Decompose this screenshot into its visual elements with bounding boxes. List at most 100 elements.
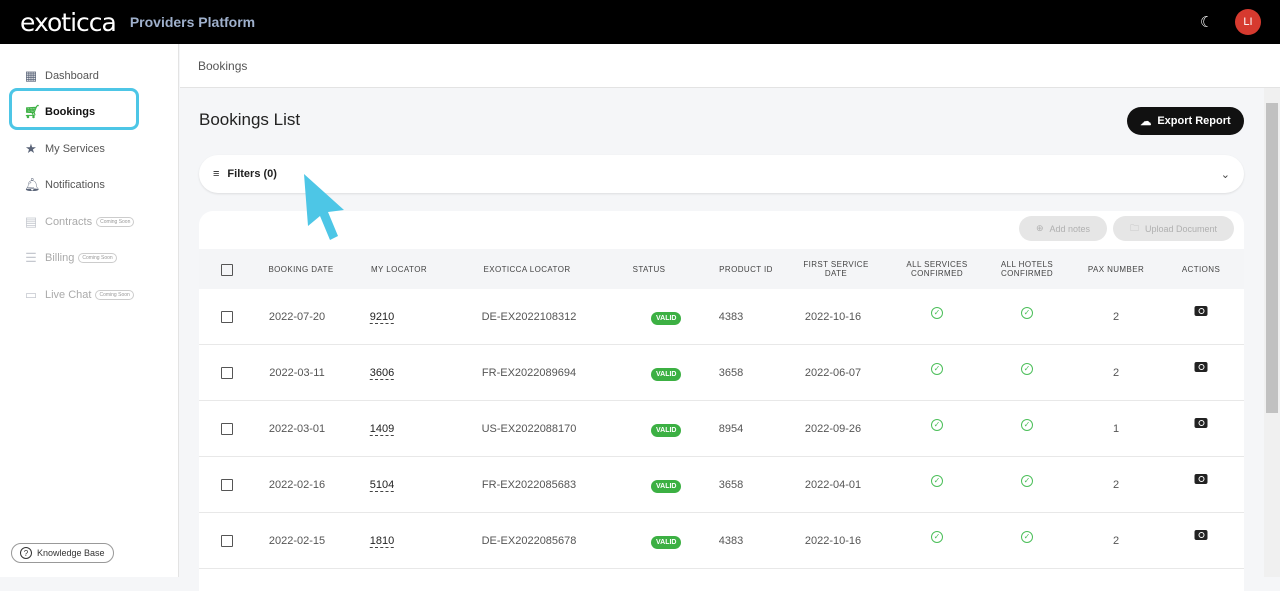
- product-id: 8954: [718, 423, 744, 435]
- exoticca-locator: FR-EX2022089694: [481, 367, 577, 379]
- booking-date: 2022-03-11: [269, 367, 325, 379]
- view-details-icon[interactable]: [1194, 530, 1208, 548]
- column-header[interactable]: FIRST SERVICE DATE: [801, 260, 871, 278]
- pax-number: 2: [1112, 479, 1120, 491]
- filters-panel[interactable]: ≡ Filters (0) ⌄: [199, 155, 1244, 193]
- logo[interactable]: exoticca: [20, 8, 117, 37]
- my-locator[interactable]: 5104: [369, 479, 395, 492]
- first-service-date: 2022-10-16: [804, 311, 862, 323]
- booking-date: 2022-03-01: [268, 423, 326, 435]
- avatar[interactable]: LI: [1235, 9, 1261, 35]
- check-circle-icon: ✓: [1021, 306, 1033, 324]
- label: Live Chat: [45, 289, 92, 301]
- table-row[interactable]: 2022-02-15 1810 DE-EX2022085678 VALID 43…: [199, 513, 1244, 569]
- chevron-down-icon[interactable]: ⌄: [1221, 168, 1230, 181]
- column-header[interactable]: EXOTICCA LOCATOR: [483, 265, 570, 274]
- my-locator[interactable]: 9210: [369, 311, 395, 324]
- table-row[interactable]: 2022-03-11 3606 FR-EX2022089694 VALID 36…: [199, 345, 1244, 401]
- cloud-download-icon: ☁: [1140, 115, 1152, 128]
- label: Dashboard: [45, 70, 99, 82]
- folder-icon: 🗀︎: [1129, 222, 1139, 233]
- booking-date: 2022-02-16: [268, 479, 326, 491]
- page-title: Bookings List: [199, 110, 301, 129]
- table-row[interactable]: 2022-03-01 1409 US-EX2022088170 VALID 89…: [199, 401, 1244, 457]
- document-icon: ▤: [24, 214, 38, 229]
- sidebar-item-notifications[interactable]: 🔔︎ Notifications: [24, 177, 105, 193]
- sidebar-item-contracts: ▤ Contracts Coming Soon: [24, 214, 135, 230]
- row-checkbox[interactable]: [221, 367, 233, 382]
- add-notes-button[interactable]: ⊕ Add notes: [1019, 216, 1107, 241]
- filter-icon: ≡: [213, 168, 220, 180]
- knowledge-base-button[interactable]: ? Knowledge Base: [11, 543, 114, 563]
- view-details-icon[interactable]: [1194, 418, 1208, 436]
- status-badge: VALID: [651, 312, 682, 325]
- check-circle-icon: ✓: [931, 530, 943, 548]
- upload-document-button[interactable]: 🗀︎ Upload Document: [1113, 216, 1234, 241]
- view-details-icon[interactable]: [1194, 362, 1208, 380]
- my-locator[interactable]: 3606: [369, 367, 395, 380]
- first-service-date: 2022-06-07: [804, 367, 862, 379]
- label: Notifications: [45, 179, 105, 191]
- pax-number: 1: [1112, 423, 1120, 435]
- export-report-button[interactable]: ☁ Export Report: [1127, 107, 1244, 135]
- column-header[interactable]: PRODUCT ID: [719, 265, 773, 274]
- sidebar-item-my-services[interactable]: ★ My Services: [24, 141, 105, 157]
- dark-mode-moon-icon[interactable]: ☾: [1200, 13, 1213, 31]
- dashboard-icon: ▦: [24, 68, 38, 83]
- breadcrumb[interactable]: Bookings: [180, 44, 1280, 88]
- scrollbar[interactable]: [1264, 88, 1280, 577]
- sidebar-item-live-chat: ▭ Live Chat Coming Soon: [24, 287, 134, 303]
- my-locator[interactable]: 1409: [369, 423, 395, 436]
- view-details-icon[interactable]: [1194, 474, 1208, 492]
- table-header: BOOKING DATE MY LOCATOR EXOTICCA LOCATOR…: [199, 249, 1244, 289]
- check-circle-icon: ✓: [1021, 474, 1033, 492]
- label: My Services: [45, 143, 105, 155]
- column-header: ACTIONS: [1181, 265, 1221, 274]
- exoticca-locator: DE-EX2022085678: [481, 535, 577, 547]
- help-icon: ?: [20, 547, 32, 559]
- column-header[interactable]: MY LOCATOR: [371, 265, 427, 274]
- check-circle-icon: ✓: [931, 474, 943, 492]
- status-badge: VALID: [651, 480, 682, 493]
- bell-icon: 🔔︎: [24, 177, 41, 192]
- label: Billing: [45, 252, 75, 264]
- label: Upload Document: [1144, 223, 1218, 234]
- top-bar: exoticca Providers Platform ☾ LI: [0, 0, 1280, 44]
- column-header[interactable]: ALL SERVICES CONFIRMED: [902, 260, 972, 278]
- row-checkbox[interactable]: [221, 311, 233, 326]
- product-id: 3658: [718, 367, 744, 379]
- status-badge: VALID: [651, 536, 682, 549]
- first-service-date: 2022-10-16: [804, 535, 862, 547]
- row-checkbox[interactable]: [221, 423, 233, 438]
- row-checkbox[interactable]: [221, 535, 233, 550]
- table-row[interactable]: 2022-02-16 5104 FR-EX2022085683 VALID 36…: [199, 457, 1244, 513]
- coming-soon-badge: Coming Soon: [78, 253, 117, 263]
- check-circle-icon: ✓: [1021, 418, 1033, 436]
- view-details-icon[interactable]: [1194, 306, 1208, 324]
- coming-soon-badge: Coming Soon: [96, 217, 135, 227]
- platform-name: Providers Platform: [129, 14, 256, 30]
- product-id: 3658: [718, 479, 744, 491]
- label: Contracts: [45, 216, 93, 228]
- check-circle-icon: ✓: [931, 362, 943, 380]
- select-all-checkbox[interactable]: [221, 263, 233, 281]
- product-id: 4383: [718, 311, 744, 323]
- row-checkbox[interactable]: [221, 479, 233, 494]
- highlight-box: [9, 88, 139, 130]
- product-id: 4383: [718, 535, 744, 547]
- check-circle-icon: ✓: [931, 306, 943, 324]
- sidebar-item-dashboard[interactable]: ▦ Dashboard: [24, 68, 99, 84]
- column-header[interactable]: STATUS: [633, 265, 666, 274]
- column-header[interactable]: ALL HOTELS CONFIRMED: [997, 260, 1057, 278]
- my-locator[interactable]: 1810: [369, 535, 395, 548]
- column-header[interactable]: BOOKING DATE: [268, 265, 333, 274]
- first-service-date: 2022-04-01: [804, 479, 862, 491]
- table-row[interactable]: 2022-07-20 9210 DE-EX2022108312 VALID 43…: [199, 289, 1244, 345]
- check-circle-icon: ✓: [931, 418, 943, 436]
- plus-circle-icon: ⊕: [1035, 223, 1044, 233]
- billing-icon: ☰: [25, 250, 37, 265]
- column-header[interactable]: PAX NUMBER: [1088, 265, 1144, 274]
- label: Add notes: [1049, 223, 1091, 234]
- pax-number: 2: [1112, 367, 1120, 379]
- cursor-pointer-icon: [304, 174, 344, 240]
